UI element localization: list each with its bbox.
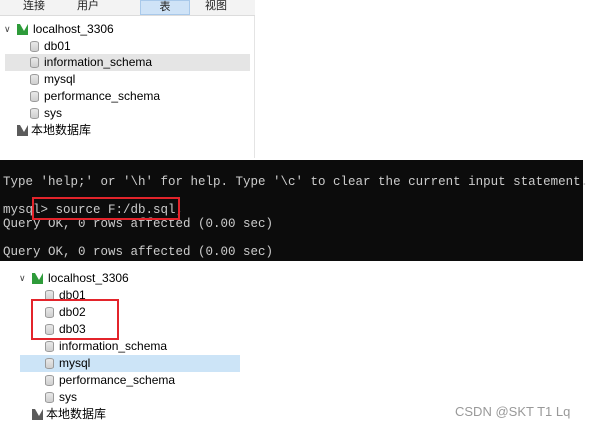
database-label: information_schema	[44, 55, 153, 69]
object-toolbar: 连接 用户 表 视图	[0, 0, 255, 16]
database-icon	[30, 41, 39, 52]
tree-db-row[interactable]: performance_schema	[0, 88, 250, 105]
tree-connection-row[interactable]: ∨ localhost_3306	[0, 21, 255, 38]
tree-local-db-row[interactable]: 本地数据库	[0, 122, 250, 139]
terminal-result-line: Query OK, 0 rows affected (0.00 sec)	[3, 245, 274, 259]
terminal-help-line: Type 'help;' or '\h' for help. Type '\c'…	[3, 175, 589, 189]
mysql-connection-icon	[32, 273, 43, 284]
local-database-icon	[32, 409, 43, 420]
expand-chevron-icon[interactable]: ∨	[4, 21, 11, 38]
tree-db-row[interactable]: performance_schema	[0, 372, 242, 389]
database-icon	[30, 108, 39, 119]
tree-db-row[interactable]: information_schema	[0, 338, 242, 355]
database-icon	[45, 392, 54, 403]
database-label: db01	[44, 39, 71, 53]
database-label: mysql	[44, 72, 76, 86]
tree-db-row[interactable]: mysql	[0, 71, 250, 88]
expand-chevron-icon[interactable]: ∨	[19, 270, 26, 287]
connection-label: localhost_3306	[33, 22, 114, 36]
toolbar-connect-button[interactable]: 连接	[14, 0, 54, 15]
database-icon	[45, 358, 54, 369]
new-databases-highlight-box	[31, 299, 119, 340]
watermark: CSDN @SKT T1 Lq	[455, 404, 571, 419]
local-database-icon	[17, 125, 28, 136]
toolbar-view-button[interactable]: 视图	[196, 0, 236, 15]
mysql-connection-icon	[17, 24, 28, 35]
tree-db-row-selected[interactable]: mysql	[20, 355, 240, 372]
navicat-tree-before: 连接 用户 表 视图 ∨ localhost_3306 db01 informa…	[0, 0, 255, 158]
command-highlight-box	[32, 197, 180, 220]
database-icon	[45, 375, 54, 386]
database-icon	[30, 91, 39, 102]
database-label: performance_schema	[59, 373, 176, 387]
toolbar-user-button[interactable]: 用户	[68, 0, 108, 15]
database-label: sys	[44, 106, 62, 120]
tree-db-row[interactable]: sys	[0, 105, 250, 122]
tree-db-row[interactable]: sys	[0, 389, 242, 406]
local-database-label: 本地数据库	[31, 123, 92, 137]
database-label: information_schema	[59, 339, 168, 353]
tree-local-db-row[interactable]: 本地数据库	[0, 406, 242, 423]
database-label: sys	[59, 390, 77, 404]
connection-label: localhost_3306	[48, 271, 129, 285]
database-icon	[30, 57, 39, 68]
tree-db-row[interactable]: db01	[0, 38, 250, 55]
tree-connection-row[interactable]: ∨ localhost_3306	[0, 270, 242, 287]
tree-db-row-selected[interactable]: information_schema	[5, 54, 250, 71]
toolbar-table-button[interactable]: 表	[140, 0, 190, 15]
database-icon	[45, 341, 54, 352]
database-label: performance_schema	[44, 89, 161, 103]
database-icon	[30, 74, 39, 85]
navicat-tree-after: ∨ localhost_3306 db01 db02 db03 informat…	[0, 262, 242, 430]
database-label: mysql	[59, 356, 91, 370]
local-database-label: 本地数据库	[46, 407, 107, 421]
